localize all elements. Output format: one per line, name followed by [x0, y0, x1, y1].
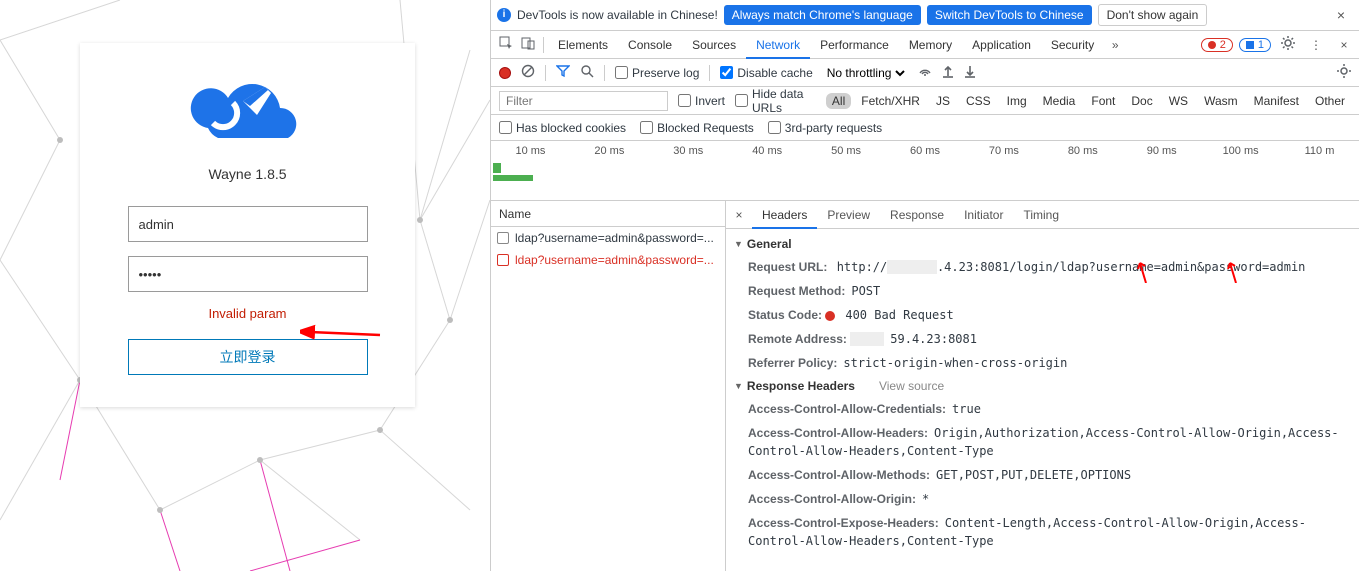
network-toolbar: Preserve log Disable cache No throttling [491, 59, 1359, 87]
request-row[interactable]: ldap?username=admin&password=... [491, 227, 725, 249]
login-card: Wayne 1.8.5 Invalid param 立即登录 [80, 43, 415, 407]
request-list-header[interactable]: Name [491, 201, 725, 227]
third-party-checkbox[interactable]: 3rd-party requests [768, 121, 882, 135]
record-button[interactable] [499, 67, 511, 79]
network-conditions-icon[interactable] [918, 64, 932, 81]
filter-type-xhr[interactable]: Fetch/XHR [855, 93, 926, 109]
filter-type-ws[interactable]: WS [1163, 93, 1194, 109]
export-har-icon[interactable] [964, 64, 976, 81]
detail-tab-headers[interactable]: Headers [752, 201, 817, 229]
resource-type-filters: All Fetch/XHR JS CSS Img Media Font Doc … [826, 93, 1351, 109]
login-page: Wayne 1.8.5 Invalid param 立即登录 [0, 0, 490, 571]
devtools-close-icon[interactable]: × [1333, 38, 1355, 52]
inspect-element-icon[interactable] [495, 36, 517, 53]
preserve-log-checkbox[interactable]: Preserve log [615, 66, 699, 80]
devtools-panel: i DevTools is now available in Chinese! … [490, 0, 1359, 571]
annotation-arrow-url-2 [1226, 259, 1246, 283]
request-url: Request URL: http://xxx.4.23:8081/login/… [726, 255, 1359, 279]
import-har-icon[interactable] [942, 64, 954, 81]
tab-memory[interactable]: Memory [899, 31, 962, 59]
general-section-toggle[interactable]: ▼General [726, 233, 1359, 255]
response-header-row: Access-Control-Allow-Origin:* [726, 487, 1359, 511]
hide-data-urls-checkbox[interactable]: Hide data URLs [735, 87, 816, 115]
detail-close-icon[interactable]: × [726, 208, 752, 222]
settings-gear-icon[interactable] [1277, 36, 1299, 53]
devtools-tabs: Elements Console Sources Network Perform… [491, 31, 1359, 59]
referrer-policy: Referrer Policy:strict-origin-when-cross… [726, 351, 1359, 375]
tab-network[interactable]: Network [746, 31, 810, 59]
filter-type-img[interactable]: Img [1001, 93, 1033, 109]
status-code: Status Code: 400 Bad Request [726, 303, 1359, 327]
username-input[interactable] [128, 206, 368, 242]
tab-console[interactable]: Console [618, 31, 682, 59]
filter-type-other[interactable]: Other [1309, 93, 1351, 109]
search-icon[interactable] [580, 64, 594, 81]
detail-body: ▼General Request URL: http://xxx.4.23:80… [726, 229, 1359, 571]
view-source-link[interactable]: View source [879, 379, 944, 393]
request-method: Request Method:POST [726, 279, 1359, 303]
request-list: Name ldap?username=admin&password=... ld… [491, 201, 726, 571]
tab-elements[interactable]: Elements [548, 31, 618, 59]
remote-address: Remote Address: x59.4.23:8081 [726, 327, 1359, 351]
response-header-row: Access-Control-Allow-Credentials:true [726, 397, 1359, 421]
clear-log-icon[interactable] [521, 64, 535, 81]
response-header-row: Access-Control-Expose-Headers:Content-Le… [726, 511, 1359, 553]
invert-checkbox[interactable]: Invert [678, 94, 725, 108]
response-header-row: Access-Control-Allow-Methods:GET,POST,PU… [726, 463, 1359, 487]
filter-type-all[interactable]: All [826, 93, 851, 109]
detail-tab-response[interactable]: Response [880, 201, 954, 229]
devtools-info-bar: i DevTools is now available in Chinese! … [491, 0, 1359, 31]
response-header-row: Access-Control-Allow-Headers:Origin,Auth… [726, 421, 1359, 463]
response-headers-section-toggle[interactable]: ▼Response Headers View source [726, 375, 1359, 397]
errors-badge[interactable]: 2 [1201, 38, 1233, 52]
has-blocked-cookies-checkbox[interactable]: Has blocked cookies [499, 121, 626, 135]
filter-type-media[interactable]: Media [1037, 93, 1082, 109]
annotation-arrow-left [300, 320, 390, 350]
filter-input[interactable] [499, 91, 668, 111]
tab-security[interactable]: Security [1041, 31, 1104, 59]
detail-tab-timing[interactable]: Timing [1013, 201, 1069, 229]
switch-devtools-language-button[interactable]: Switch DevTools to Chinese [927, 5, 1092, 25]
filter-toggle-icon[interactable] [556, 64, 570, 81]
filter-type-manifest[interactable]: Manifest [1248, 93, 1305, 109]
info-bar-close-button[interactable]: × [1329, 7, 1353, 23]
more-options-icon[interactable]: ⋮ [1305, 38, 1327, 52]
network-settings-gear-icon[interactable] [1337, 64, 1351, 81]
filter-type-css[interactable]: CSS [960, 93, 997, 109]
network-extra-filters: Has blocked cookies Blocked Requests 3rd… [491, 115, 1359, 141]
detail-tab-initiator[interactable]: Initiator [954, 201, 1013, 229]
tab-application[interactable]: Application [962, 31, 1041, 59]
dont-show-again-button[interactable]: Don't show again [1098, 4, 1208, 26]
filter-type-doc[interactable]: Doc [1125, 93, 1158, 109]
info-icon: i [497, 8, 511, 22]
blocked-requests-checkbox[interactable]: Blocked Requests [640, 121, 754, 135]
filter-type-js[interactable]: JS [930, 93, 956, 109]
always-match-language-button[interactable]: Always match Chrome's language [724, 5, 921, 25]
more-tabs-icon[interactable]: » [1104, 38, 1126, 52]
disable-cache-checkbox[interactable]: Disable cache [720, 66, 812, 80]
filter-type-font[interactable]: Font [1085, 93, 1121, 109]
detail-tabs: × Headers Preview Response Initiator Tim… [726, 201, 1359, 229]
password-input[interactable] [128, 256, 368, 292]
info-bar-message: DevTools is now available in Chinese! [517, 8, 718, 22]
tab-sources[interactable]: Sources [682, 31, 746, 59]
annotation-arrow-url-1 [1136, 259, 1156, 283]
issues-badge[interactable]: 1 [1239, 38, 1271, 52]
tab-performance[interactable]: Performance [810, 31, 899, 59]
app-logo [80, 73, 415, 156]
request-row[interactable]: ldap?username=admin&password=... [491, 249, 725, 271]
detail-tab-preview[interactable]: Preview [817, 201, 880, 229]
network-timeline[interactable]: 10 ms20 ms 30 ms40 ms 50 ms60 ms 70 ms80… [491, 141, 1359, 201]
request-detail: × Headers Preview Response Initiator Tim… [726, 201, 1359, 571]
throttling-select[interactable]: No throttling [823, 65, 908, 81]
device-toolbar-icon[interactable] [517, 36, 539, 53]
app-title: Wayne 1.8.5 [80, 166, 415, 182]
filter-type-wasm[interactable]: Wasm [1198, 93, 1244, 109]
login-error-message: Invalid param [80, 306, 415, 321]
network-filter-row: Invert Hide data URLs All Fetch/XHR JS C… [491, 87, 1359, 115]
